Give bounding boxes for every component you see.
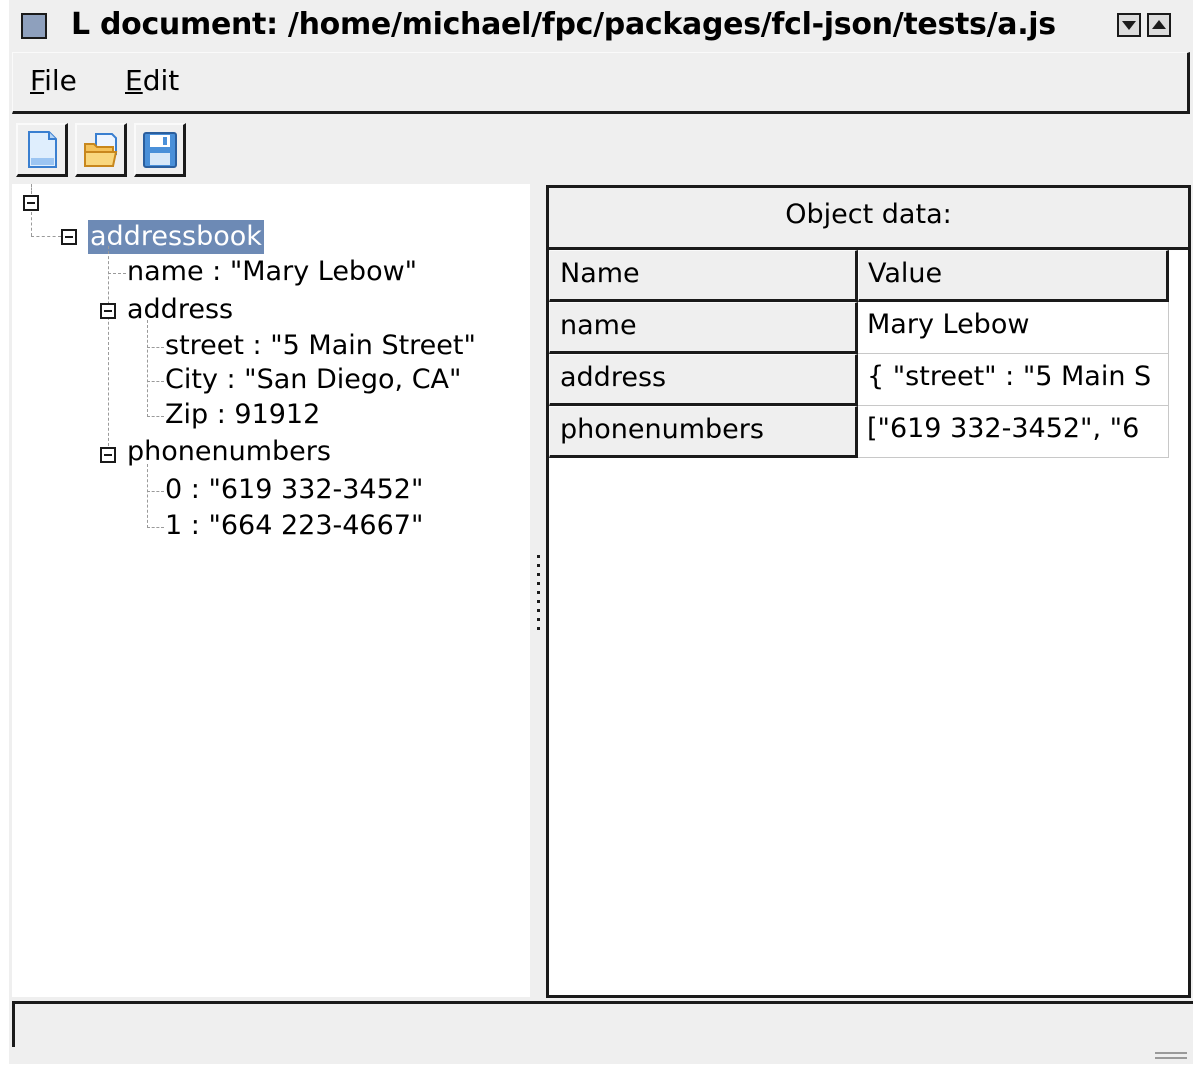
app-window: L document: /home/michael/fpc/packages/f… [9, 0, 1193, 1064]
status-bar [12, 1001, 1193, 1047]
table-row[interactable]: address { "street" : "5 Main S [549, 354, 1169, 406]
menu-file[interactable]: File [30, 63, 77, 99]
row-value-cell[interactable]: Mary Lebow [858, 302, 1169, 354]
menu-bar: File Edit [12, 52, 1190, 114]
row-value-cell[interactable]: ["619 332-3452", "6 [858, 406, 1169, 458]
window-menu-icon[interactable] [21, 13, 47, 39]
panel-splitter[interactable] [536, 555, 542, 641]
save-button[interactable] [134, 123, 186, 177]
root-collapse-toggle[interactable] [23, 195, 39, 211]
menu-edit-label: dit [142, 64, 180, 97]
tree-node-city[interactable]: City : "San Diego, CA" [165, 363, 461, 397]
address-collapse-toggle[interactable] [100, 303, 116, 319]
tree-node-phone-0[interactable]: 0 : "619 332-3452" [165, 473, 423, 507]
open-folder-icon [84, 133, 118, 167]
tree-connector [108, 246, 109, 451]
tree-node-name[interactable]: name : "Mary Lebow" [127, 255, 417, 289]
tree-connector [147, 527, 164, 528]
save-disk-icon [143, 132, 177, 168]
new-button[interactable] [16, 123, 68, 177]
open-button[interactable] [75, 123, 127, 177]
tree-node-phonenumbers[interactable]: phonenumbers [127, 435, 331, 469]
tree-node-addressbook[interactable]: addressbook [88, 220, 264, 254]
tree-connector [108, 273, 126, 274]
tree-connector [147, 464, 148, 528]
maximize-button[interactable] [1147, 13, 1171, 37]
window-title: L document: /home/michael/fpc/packages/f… [71, 7, 1056, 42]
tree-connector [147, 416, 164, 417]
toolbar [16, 123, 196, 177]
menu-file-label: ile [44, 64, 77, 97]
tree-connector [147, 381, 164, 382]
tree-node-phone-1[interactable]: 1 : "664 223-4667" [165, 509, 423, 543]
menu-file-accelerator: F [30, 64, 45, 97]
grid-header-row: Name Value [549, 250, 1169, 302]
phonenumbers-collapse-toggle[interactable] [100, 447, 116, 463]
object-data-title: Object data: [549, 188, 1188, 250]
tree-node-address[interactable]: address [127, 293, 233, 327]
tree-connector [147, 320, 148, 417]
menu-edit[interactable]: Edit [125, 63, 179, 99]
tree-connector [31, 184, 32, 194]
row-value-cell[interactable]: { "street" : "5 Main S [858, 354, 1169, 406]
tree-node-zip[interactable]: Zip : 91912 [165, 398, 320, 432]
triangle-down-icon [1122, 21, 1136, 30]
table-row[interactable]: name Mary Lebow [549, 302, 1169, 354]
json-tree[interactable]: addressbook name : "Mary Lebow" address … [12, 184, 530, 997]
row-name-cell[interactable]: address [549, 354, 858, 406]
new-document-icon [28, 131, 57, 168]
tree-connector [31, 212, 32, 236]
tree-node-street[interactable]: street : "5 Main Street" [165, 329, 476, 363]
column-header-value[interactable]: Value [858, 250, 1169, 302]
table-row[interactable]: phonenumbers ["619 332-3452", "6 [549, 406, 1169, 458]
object-data-panel: Object data: Name Value name Mary Lebow … [546, 185, 1191, 998]
tree-connector [147, 491, 164, 492]
triangle-up-icon [1152, 20, 1166, 29]
menu-edit-accelerator: E [125, 64, 143, 97]
object-data-grid[interactable]: Name Value name Mary Lebow address { "st… [549, 250, 1169, 458]
row-name-cell[interactable]: name [549, 302, 858, 354]
resize-grip[interactable] [1155, 1052, 1187, 1062]
row-name-cell[interactable]: phonenumbers [549, 406, 858, 458]
addressbook-collapse-toggle[interactable] [61, 229, 77, 245]
tree-connector [31, 236, 61, 237]
tree-connector [147, 347, 164, 348]
title-bar[interactable]: L document: /home/michael/fpc/packages/f… [9, 0, 1193, 48]
minimize-button[interactable] [1117, 13, 1141, 37]
column-header-name[interactable]: Name [549, 250, 858, 302]
